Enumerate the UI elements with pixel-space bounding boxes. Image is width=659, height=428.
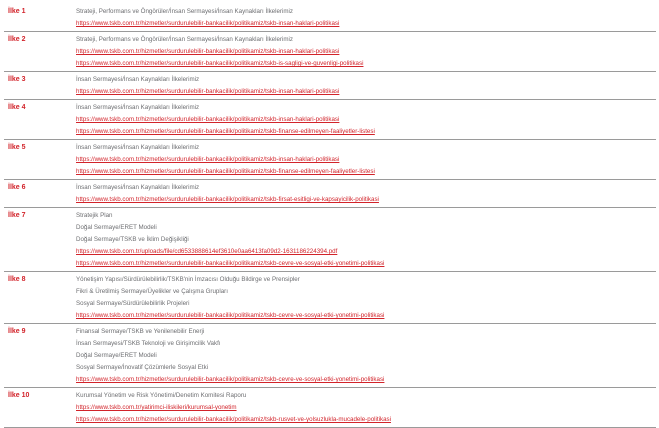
reference-text: Sosyal Sermaye/İnovatif Çözümlerle Sosya… [76,364,209,371]
table-row: İlke 5 İnsan Sermayesi/İnsan Kaynakları … [4,140,656,180]
reference-text: Fikri & Üretilmiş Sermaye/Üyelikler ve Ç… [76,288,228,295]
reference-link[interactable]: https://www.tskb.com.tr/hizmetler/surdur… [76,258,656,270]
table-row: İlke 6 İnsan Sermayesi/İnsan Kaynakları … [4,180,656,208]
reference-list: Stratejik Plan Doğal Sermaye/ERET Modeli… [76,210,656,270]
table-row: İlke 4 İnsan Sermayesi/İnsan Kaynakları … [4,100,656,140]
reference-text: Sosyal Sermaye/Sürdürülebilirlik Projele… [76,300,190,307]
table-row: İlke 8 Yönetişim Yapısı/Sürdürülebilirli… [4,272,656,324]
reference-list: Yönetişim Yapısı/Sürdürülebilirlik/TSKB'… [76,274,656,322]
table-row: İlke 9 Finansal Sermaye/TSKB ve Yenilene… [4,324,656,388]
reference-text: Yönetişim Yapısı/Sürdürülebilirlik/TSKB'… [76,276,300,283]
reference-text: Kurumsal Yönetim ve Risk Yönetimi/Deneti… [76,392,247,399]
reference-text: İnsan Sermayesi/TSKB Teknoloji ve Girişi… [76,340,221,347]
reference-text: Stratejik Plan [76,212,113,219]
reference-link[interactable]: https://www.tskb.com.tr/hizmetler/surdur… [76,414,656,426]
principle-label: İlke 6 [8,184,26,191]
principle-label: İlke 3 [8,76,26,83]
reference-link[interactable]: https://www.tskb.com.tr/hizmetler/surdur… [76,374,656,386]
principle-label: İlke 2 [8,36,26,43]
table-row: İlke 3 İnsan Sermayesi/İnsan Kaynakları … [4,72,656,100]
table-row: İlke 7 Stratejik Plan Doğal Sermaye/ERET… [4,208,656,272]
reference-link[interactable]: https://www.tskb.com.tr/hizmetler/surdur… [76,18,656,30]
reference-link[interactable]: https://www.tskb.com.tr/hizmetler/surdur… [76,58,656,70]
reference-list: İnsan Sermayesi/İnsan Kaynakları İlkeler… [76,142,656,178]
reference-link[interactable]: https://www.tskb.com.tr/hizmetler/surdur… [76,126,656,138]
principle-label: İlke 7 [8,212,26,219]
reference-text: Doğal Sermaye/ERET Modeli [76,224,157,231]
reference-link[interactable]: https://www.tskb.com.tr/hizmetler/surdur… [76,310,656,322]
reference-link[interactable]: https://www.tskb.com.tr/hizmetler/surdur… [76,86,656,98]
reference-text: Strateji, Performans ve Öngörüler/İnsan … [76,36,293,43]
reference-link[interactable]: https://www.tskb.com.tr/hizmetler/surdur… [76,46,656,58]
reference-text: Finansal Sermaye/TSKB ve Yenilenebilir E… [76,328,205,335]
principle-label: İlke 8 [8,276,26,283]
principle-label: İlke 9 [8,328,26,335]
reference-text: Doğal Sermaye/TSKB ve İklim Değişikliği [76,236,189,243]
reference-link[interactable]: https://www.tskb.com.tr/hizmetler/surdur… [76,194,656,206]
reference-link[interactable]: https://www.tskb.com.tr/yatirimci-iliski… [76,402,656,414]
table-row: İlke 2 Strateji, Performans ve Öngörüler… [4,32,656,72]
reference-link[interactable]: https://www.tskb.com.tr/uploads/file/cd6… [76,246,656,258]
principles-table: İlke 1 Strateji, Performans ve Öngörüler… [4,4,656,428]
reference-link[interactable]: https://www.tskb.com.tr/hizmetler/surdur… [76,154,656,166]
reference-text: İnsan Sermayesi/İnsan Kaynakları İlkeler… [76,104,200,111]
principle-label: İlke 1 [8,8,26,15]
reference-text: İnsan Sermayesi/İnsan Kaynakları İlkeler… [76,144,200,151]
principle-label: İlke 4 [8,104,26,111]
principle-label: İlke 5 [8,144,26,151]
reference-link[interactable]: https://www.tskb.com.tr/hizmetler/surdur… [76,166,656,178]
reference-list: İnsan Sermayesi/İnsan Kaynakları İlkeler… [76,74,656,98]
reference-list: Finansal Sermaye/TSKB ve Yenilenebilir E… [76,326,656,386]
principle-label: İlke 10 [8,392,30,399]
reference-list: Kurumsal Yönetim ve Risk Yönetimi/Deneti… [76,390,656,426]
reference-text: Doğal Sermaye/ERET Modeli [76,352,157,359]
reference-list: İnsan Sermayesi/İnsan Kaynakları İlkeler… [76,182,656,206]
reference-list: İnsan Sermayesi/İnsan Kaynakları İlkeler… [76,102,656,138]
reference-text: İnsan Sermayesi/İnsan Kaynakları İlkeler… [76,184,200,191]
reference-text: İnsan Sermayesi/İnsan Kaynakları İlkeler… [76,76,200,83]
reference-text: Strateji, Performans ve Öngörüler/İnsan … [76,8,293,15]
table-row: İlke 1 Strateji, Performans ve Öngörüler… [4,4,656,32]
reference-list: Strateji, Performans ve Öngörüler/İnsan … [76,34,656,70]
table-row: İlke 10 Kurumsal Yönetim ve Risk Yönetim… [4,388,656,428]
reference-link[interactable]: https://www.tskb.com.tr/hizmetler/surdur… [76,114,656,126]
reference-list: Strateji, Performans ve Öngörüler/İnsan … [76,6,656,30]
